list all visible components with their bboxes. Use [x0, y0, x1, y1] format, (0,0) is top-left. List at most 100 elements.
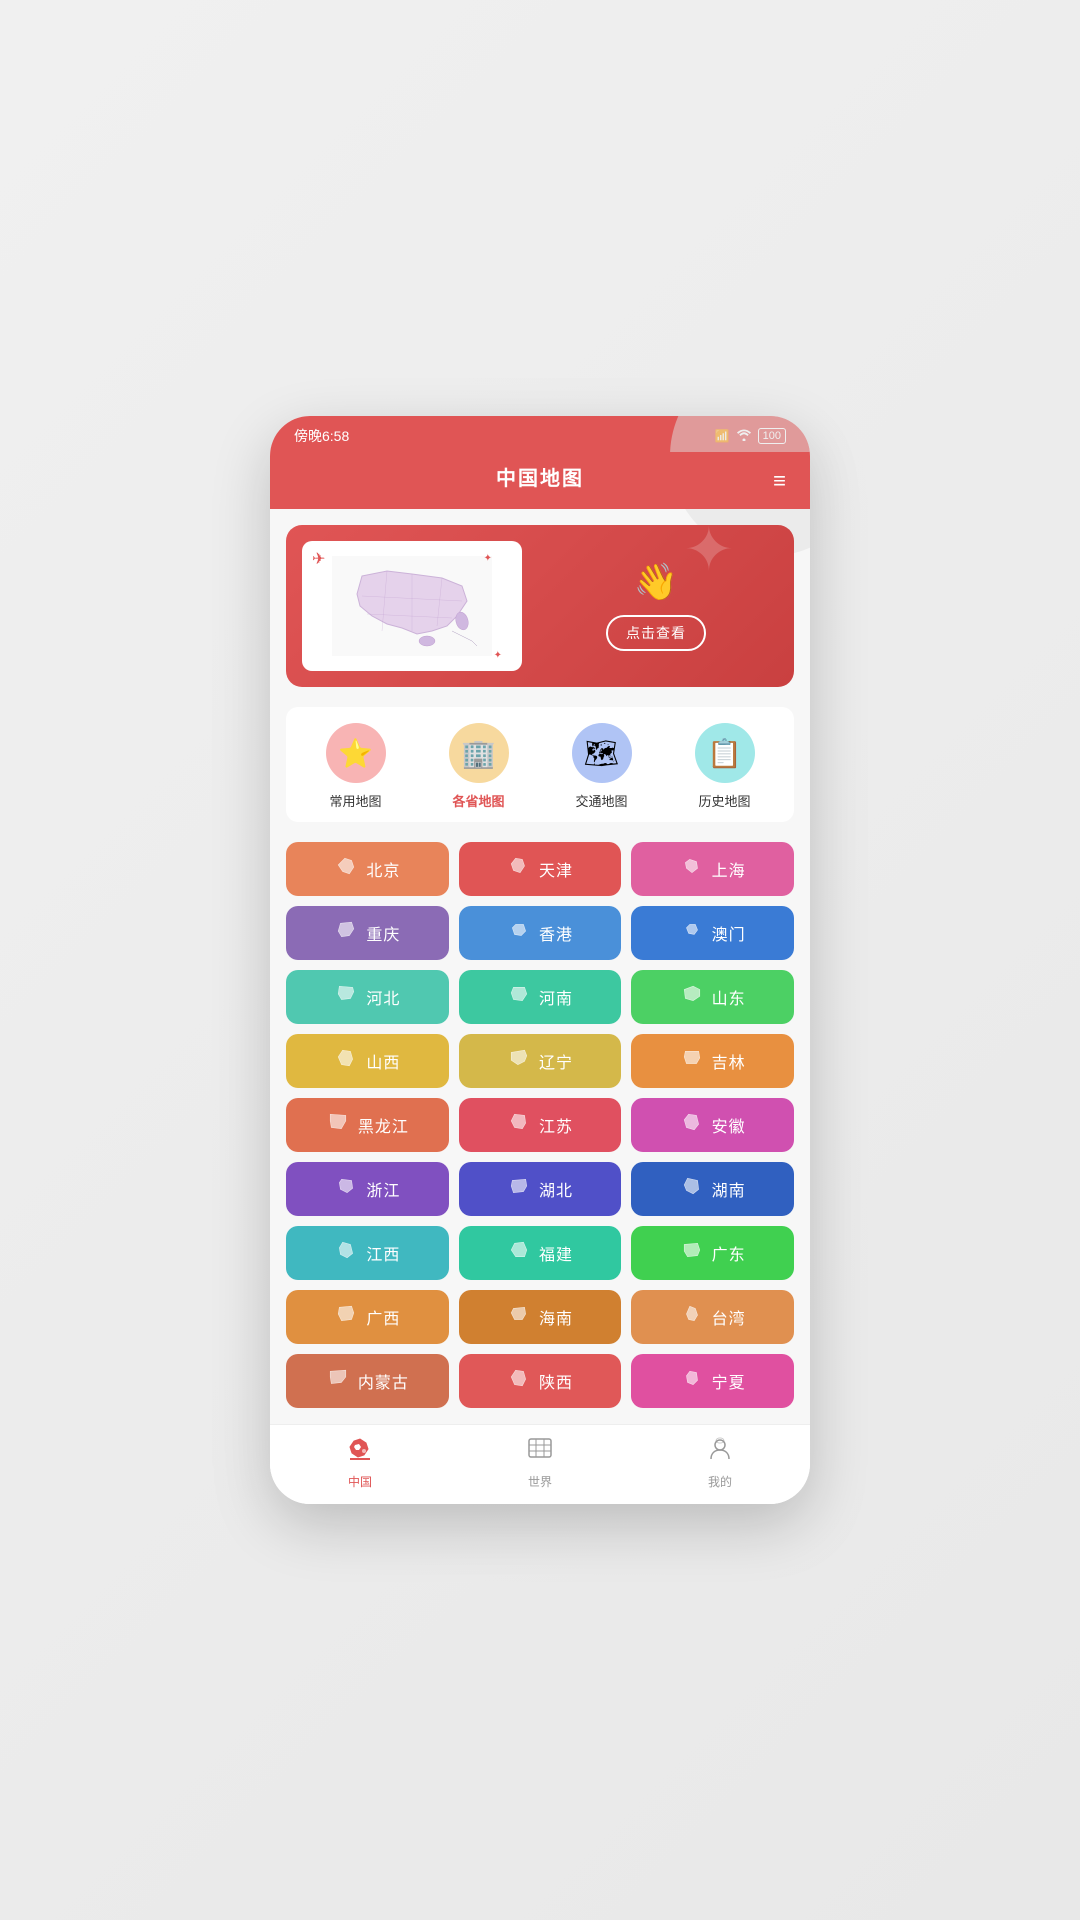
- province-icon-湖南: [680, 1176, 704, 1202]
- banner-deco-star2: ✦: [494, 650, 502, 661]
- banner-deco-star1: ✦: [484, 553, 492, 564]
- province-icon-河北: [334, 984, 358, 1010]
- province-name-香港: 香港: [539, 921, 573, 945]
- province-btn-广西[interactable]: 广西: [286, 1290, 449, 1344]
- province-btn-山西[interactable]: 山西: [286, 1034, 449, 1088]
- province-name-山西: 山西: [366, 1049, 400, 1073]
- province-icon-台湾: [680, 1304, 704, 1330]
- province-icon-山西: [334, 1048, 358, 1074]
- province-btn-海南[interactable]: 海南: [459, 1290, 622, 1344]
- cat-history-label: 历史地图: [698, 791, 750, 810]
- province-btn-湖北[interactable]: 湖北: [459, 1162, 622, 1216]
- cat-item-cat-common[interactable]: ⭐ 常用地图: [326, 723, 386, 810]
- status-time: 傍晚6:58: [294, 426, 349, 446]
- province-name-河北: 河北: [366, 985, 400, 1009]
- cat-common-icon-wrap: ⭐: [326, 723, 386, 783]
- province-name-黑龙江: 黑龙江: [358, 1113, 409, 1137]
- province-icon-香港: [507, 920, 531, 946]
- nav-china-icon: [346, 1435, 374, 1469]
- banner-right: 👋 点击查看: [534, 561, 778, 651]
- province-btn-吉林[interactable]: 吉林: [631, 1034, 794, 1088]
- province-name-河南: 河南: [539, 985, 573, 1009]
- province-name-宁夏: 宁夏: [712, 1369, 746, 1393]
- province-btn-河北[interactable]: 河北: [286, 970, 449, 1024]
- main-content: ✈ ✦ ✦: [270, 509, 810, 1424]
- province-icon-北京: [334, 856, 358, 882]
- cat-item-cat-province[interactable]: 🏢 各省地图: [449, 723, 509, 810]
- province-icon-安徽: [680, 1112, 704, 1138]
- banner-map: ✈ ✦ ✦: [302, 541, 522, 671]
- province-icon-浙江: [334, 1176, 358, 1202]
- top-bar: 中国地图 ≡: [270, 452, 810, 509]
- nav-mine[interactable]: 我的: [706, 1435, 734, 1490]
- province-btn-湖南[interactable]: 湖南: [631, 1162, 794, 1216]
- province-btn-山东[interactable]: 山东: [631, 970, 794, 1024]
- phone-frame: 傍晚6:58 📶 100 中国地图 ≡ ✈ ✦ ✦: [270, 416, 810, 1504]
- province-btn-广东[interactable]: 广东: [631, 1226, 794, 1280]
- province-name-澳门: 澳门: [712, 921, 746, 945]
- province-btn-澳门[interactable]: 澳门: [631, 906, 794, 960]
- province-btn-福建[interactable]: 福建: [459, 1226, 622, 1280]
- province-name-上海: 上海: [712, 857, 746, 881]
- province-icon-山东: [680, 984, 704, 1010]
- province-btn-江苏[interactable]: 江苏: [459, 1098, 622, 1152]
- province-btn-陕西[interactable]: 陕西: [459, 1354, 622, 1408]
- province-btn-辽宁[interactable]: 辽宁: [459, 1034, 622, 1088]
- province-name-湖北: 湖北: [539, 1177, 573, 1201]
- province-icon-海南: [507, 1304, 531, 1330]
- province-name-辽宁: 辽宁: [539, 1049, 573, 1073]
- nav-china[interactable]: 中国: [346, 1435, 374, 1490]
- province-btn-内蒙古[interactable]: 内蒙古: [286, 1354, 449, 1408]
- province-icon-内蒙古: [326, 1368, 350, 1394]
- province-name-江苏: 江苏: [539, 1113, 573, 1137]
- province-btn-北京[interactable]: 北京: [286, 842, 449, 896]
- cat-common-label: 常用地图: [329, 791, 381, 810]
- nav-mine-icon: [706, 1435, 734, 1469]
- cat-province-icon-wrap: 🏢: [449, 723, 509, 783]
- banner[interactable]: ✈ ✦ ✦: [286, 525, 794, 687]
- hand-wave-icon: 👋: [634, 561, 679, 603]
- province-name-海南: 海南: [539, 1305, 573, 1329]
- province-icon-江苏: [507, 1112, 531, 1138]
- bottom-nav: 中国 世界 我的: [270, 1424, 810, 1504]
- view-map-button[interactable]: 点击查看: [606, 615, 706, 651]
- province-icon-澳门: [680, 920, 704, 946]
- province-btn-香港[interactable]: 香港: [459, 906, 622, 960]
- province-name-湖南: 湖南: [712, 1177, 746, 1201]
- province-icon-陕西: [507, 1368, 531, 1394]
- cat-history-icon-wrap: 📋: [695, 723, 755, 783]
- nav-world[interactable]: 世界: [526, 1435, 554, 1490]
- nav-world-icon: [526, 1435, 554, 1469]
- nav-mine-label: 我的: [708, 1473, 732, 1490]
- province-name-广西: 广西: [366, 1305, 400, 1329]
- province-btn-安徽[interactable]: 安徽: [631, 1098, 794, 1152]
- province-icon-广东: [680, 1240, 704, 1266]
- province-btn-重庆[interactable]: 重庆: [286, 906, 449, 960]
- province-btn-江西[interactable]: 江西: [286, 1226, 449, 1280]
- province-btn-宁夏[interactable]: 宁夏: [631, 1354, 794, 1408]
- menu-icon[interactable]: ≡: [773, 468, 786, 494]
- cat-item-cat-traffic[interactable]: 🗺交通地图: [572, 723, 632, 810]
- province-grid: 北京 天津 上海重庆 香港 澳门河北 河南 山东山西 辽宁 吉林黑龙江 江苏 安徽浙江 湖北 湖南江西 福…: [286, 842, 794, 1408]
- province-name-重庆: 重庆: [366, 921, 400, 945]
- province-btn-天津[interactable]: 天津: [459, 842, 622, 896]
- province-name-北京: 北京: [366, 857, 400, 881]
- province-btn-河南[interactable]: 河南: [459, 970, 622, 1024]
- province-icon-宁夏: [680, 1368, 704, 1394]
- province-icon-河南: [507, 984, 531, 1010]
- cat-province-label: 各省地图: [452, 791, 504, 810]
- banner-deco-plane: ✈: [312, 549, 325, 569]
- province-btn-浙江[interactable]: 浙江: [286, 1162, 449, 1216]
- province-btn-台湾[interactable]: 台湾: [631, 1290, 794, 1344]
- nav-world-label: 世界: [528, 1473, 552, 1490]
- province-name-江西: 江西: [366, 1241, 400, 1265]
- province-icon-上海: [680, 856, 704, 882]
- cat-item-cat-history[interactable]: 📋 历史地图: [695, 723, 755, 810]
- province-icon-黑龙江: [326, 1112, 350, 1138]
- nav-china-label: 中国: [348, 1473, 372, 1490]
- province-name-山东: 山东: [712, 985, 746, 1009]
- province-name-内蒙古: 内蒙古: [358, 1369, 409, 1393]
- province-btn-上海[interactable]: 上海: [631, 842, 794, 896]
- province-icon-辽宁: [507, 1048, 531, 1074]
- province-btn-黑龙江[interactable]: 黑龙江: [286, 1098, 449, 1152]
